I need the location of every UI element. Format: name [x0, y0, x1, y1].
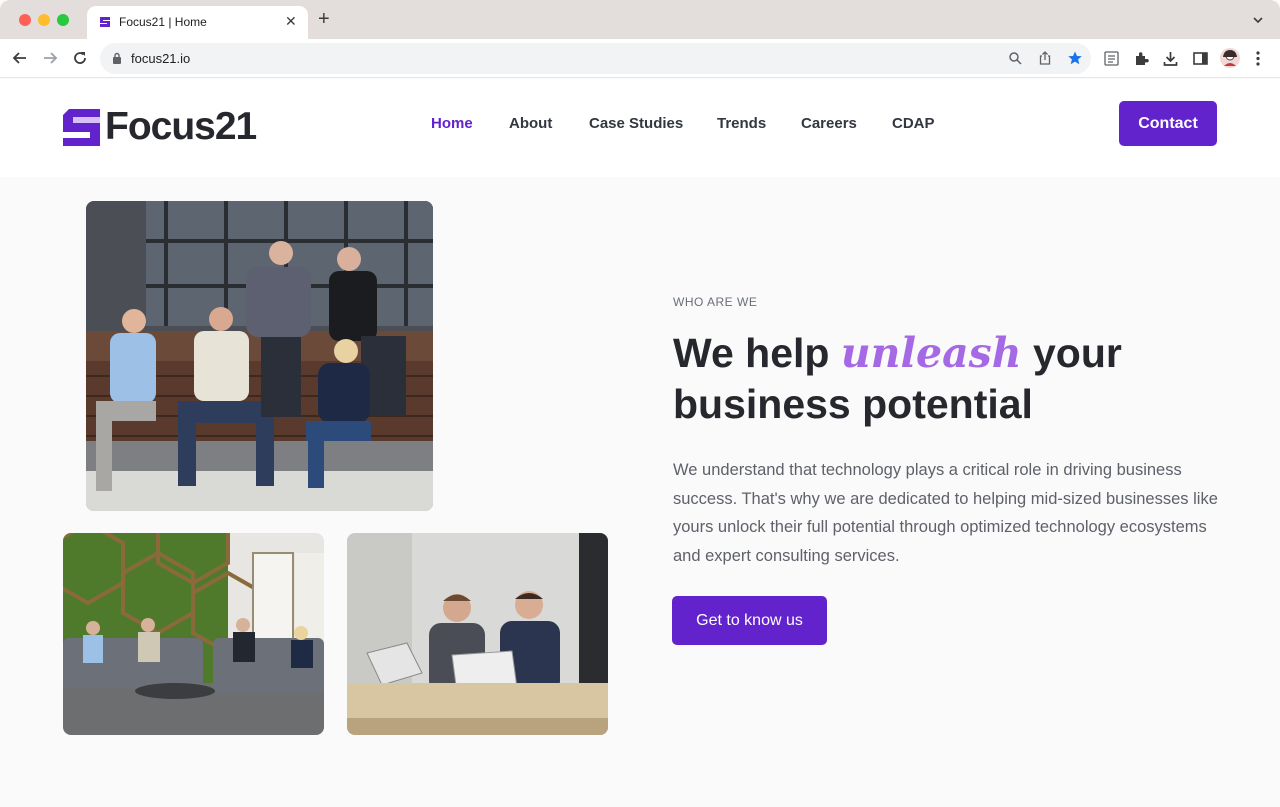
- hero-headline: We help unleash your business potential: [673, 328, 1233, 430]
- back-icon[interactable]: [11, 49, 29, 67]
- focus21-logo[interactable]: Focus21: [63, 105, 257, 149]
- address-bar[interactable]: focus21.io: [100, 43, 1091, 74]
- extensions-icon[interactable]: [1133, 50, 1150, 67]
- tab-title: Focus21 | Home: [119, 15, 207, 29]
- site-header: Focus21 Home About Case Studies Trends C…: [0, 79, 1280, 177]
- team-photo-laptops: [347, 533, 608, 735]
- nav-cdap[interactable]: CDAP: [892, 115, 935, 133]
- chevron-down-icon[interactable]: [1252, 14, 1264, 26]
- team-photo-lounge: [63, 533, 324, 735]
- brand-name: Focus21: [105, 105, 257, 148]
- share-icon[interactable]: [1037, 50, 1053, 66]
- profile-avatar-icon[interactable]: [1220, 48, 1240, 68]
- close-window-button[interactable]: [19, 14, 31, 26]
- section-eyebrow: WHO ARE WE: [673, 295, 758, 309]
- get-to-know-us-button[interactable]: Get to know us: [672, 596, 827, 645]
- contact-button[interactable]: Contact: [1119, 101, 1217, 146]
- bookmark-star-icon[interactable]: [1067, 50, 1083, 66]
- tab-focus21-home[interactable]: Focus21 | Home ✕: [87, 6, 308, 39]
- tab-close-icon[interactable]: ✕: [285, 13, 297, 30]
- nav-trends[interactable]: Trends: [717, 115, 766, 133]
- reload-icon[interactable]: [71, 49, 89, 67]
- reader-mode-icon[interactable]: [1103, 50, 1120, 67]
- download-icon[interactable]: [1162, 50, 1179, 67]
- headline-accent-word: unleash: [840, 329, 1022, 377]
- hero-description: We understand that technology plays a cr…: [673, 461, 1218, 565]
- nav-case-studies[interactable]: Case Studies: [589, 115, 683, 133]
- forward-icon[interactable]: [41, 49, 59, 67]
- nav-about[interactable]: About: [509, 115, 552, 133]
- minimize-window-button[interactable]: [38, 14, 50, 26]
- browser-toolbar: focus21.io: [0, 39, 1280, 78]
- focus21-logo-mark-icon: [63, 109, 100, 146]
- menu-icon[interactable]: [1252, 50, 1264, 67]
- focus21-favicon-icon: [100, 17, 110, 27]
- zoom-icon[interactable]: [1007, 50, 1023, 66]
- side-panel-icon[interactable]: [1192, 50, 1209, 67]
- nav-careers[interactable]: Careers: [801, 115, 857, 133]
- url-text: focus21.io: [131, 51, 191, 66]
- maximize-window-button[interactable]: [57, 14, 69, 26]
- tab-strip: Focus21 | Home ✕ +: [0, 0, 1280, 39]
- new-tab-button[interactable]: +: [318, 9, 330, 29]
- nav-home[interactable]: Home: [431, 115, 473, 133]
- browser-window: Focus21 | Home ✕ + focus21.io Focus21 Ho…: [0, 0, 1280, 807]
- lock-icon: [113, 52, 121, 64]
- team-photo-bench: [86, 201, 433, 511]
- headline-part1: We help: [673, 330, 841, 376]
